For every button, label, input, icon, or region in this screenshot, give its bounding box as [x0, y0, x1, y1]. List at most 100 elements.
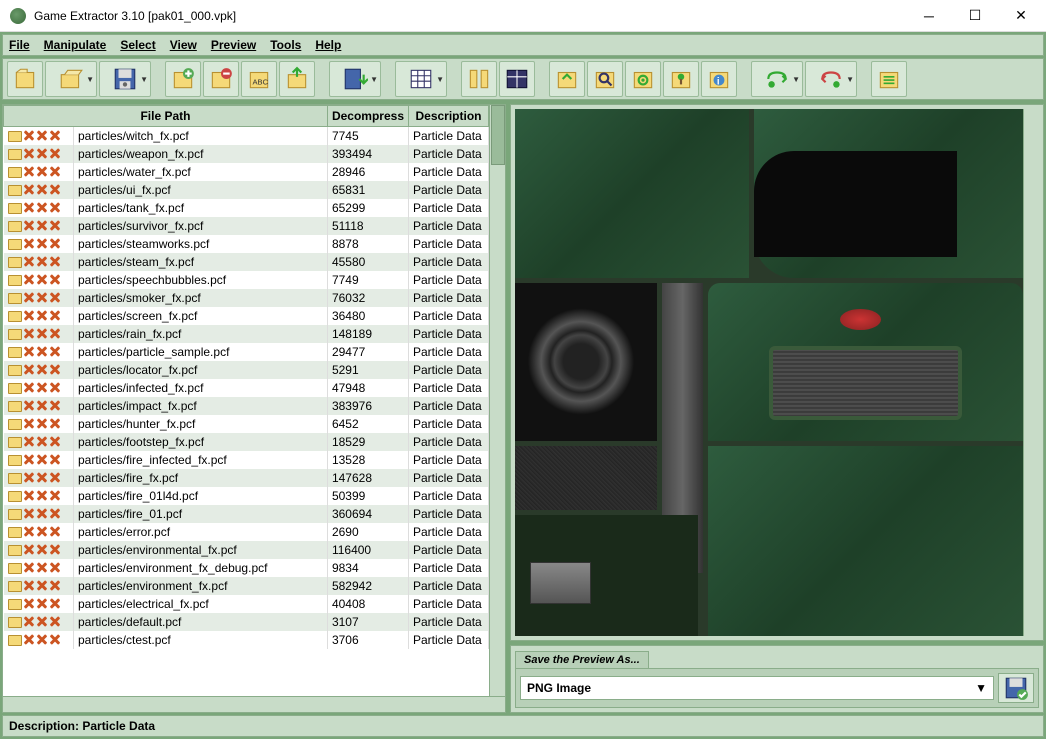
table-row[interactable]: particles/ui_fx.pcf 65831 Particle Data: [4, 181, 489, 199]
table-row[interactable]: particles/steam_fx.pcf 45580 Particle Da…: [4, 253, 489, 271]
tb-column-group[interactable]: [461, 61, 497, 97]
cell-path: particles/speechbubbles.pcf: [74, 271, 328, 289]
cell-path: particles/screen_fx.pcf: [74, 307, 328, 325]
close-button[interactable]: ✕: [998, 1, 1044, 31]
x-icon: [36, 184, 48, 196]
tb-extract-file[interactable]: [279, 61, 315, 97]
menu-tools[interactable]: Tools: [270, 38, 301, 52]
tb-tool-search[interactable]: [587, 61, 623, 97]
cell-path: particles/steam_fx.pcf: [74, 253, 328, 271]
table-row[interactable]: particles/footstep_fx.pcf 18529 Particle…: [4, 433, 489, 451]
tb-new-archive[interactable]: [7, 61, 43, 97]
table-row[interactable]: particles/environment_fx_debug.pcf 9834 …: [4, 559, 489, 577]
vertical-scrollbar[interactable]: [489, 105, 505, 696]
x-icon: [49, 238, 61, 250]
folder-icon: [8, 149, 22, 160]
menu-file[interactable]: File: [9, 38, 30, 52]
table-row[interactable]: particles/infected_fx.pcf 47948 Particle…: [4, 379, 489, 397]
table-row[interactable]: particles/smoker_fx.pcf 76032 Particle D…: [4, 289, 489, 307]
table-row[interactable]: particles/water_fx.pcf 28946 Particle Da…: [4, 163, 489, 181]
table-row[interactable]: particles/hunter_fx.pcf 6452 Particle Da…: [4, 415, 489, 433]
format-select[interactable]: PNG Image ▼: [520, 676, 994, 700]
menu-manipulate[interactable]: Manipulate: [44, 38, 107, 52]
tb-save-archive[interactable]: ▼: [99, 61, 151, 97]
menu-help[interactable]: Help: [315, 38, 341, 52]
x-icon: [36, 562, 48, 574]
x-icon: [23, 148, 35, 160]
x-icon: [49, 328, 61, 340]
x-icon: [36, 238, 48, 250]
cell-path: particles/steamworks.pcf: [74, 235, 328, 253]
tb-tool-gear[interactable]: [625, 61, 661, 97]
x-icon: [49, 436, 61, 448]
table-row[interactable]: particles/survivor_fx.pcf 51118 Particle…: [4, 217, 489, 235]
statusbar: Description: Particle Data: [2, 715, 1044, 737]
x-icon: [36, 490, 48, 502]
menu-select[interactable]: Select: [120, 38, 155, 52]
tb-tool-info[interactable]: i: [701, 61, 737, 97]
table-row[interactable]: particles/electrical_fx.pcf 40408 Partic…: [4, 595, 489, 613]
cell-path: particles/fire_01.pcf: [74, 505, 328, 523]
cell-desc: Particle Data: [409, 451, 489, 469]
preview-scrollbar[interactable]: [1023, 109, 1039, 636]
tb-open-archive[interactable]: ▼: [45, 61, 97, 97]
x-icon: [49, 490, 61, 502]
table-row[interactable]: particles/environment_fx.pcf 582942 Part…: [4, 577, 489, 595]
table-row[interactable]: particles/weapon_fx.pcf 393494 Particle …: [4, 145, 489, 163]
tb-tool-a[interactable]: [549, 61, 585, 97]
tb-table-view[interactable]: ▼: [395, 61, 447, 97]
x-icon: [23, 508, 35, 520]
save-preview-button[interactable]: [998, 673, 1034, 703]
cell-path: particles/fire_fx.pcf: [74, 469, 328, 487]
cell-decompress: 8878: [327, 235, 408, 253]
table-row[interactable]: particles/environmental_fx.pcf 116400 Pa…: [4, 541, 489, 559]
table-row[interactable]: particles/impact_fx.pcf 383976 Particle …: [4, 397, 489, 415]
table-row[interactable]: particles/error.pcf 2690 Particle Data: [4, 523, 489, 541]
tb-column-table[interactable]: [499, 61, 535, 97]
table-row[interactable]: particles/fire_fx.pcf 147628 Particle Da…: [4, 469, 489, 487]
cell-decompress: 393494: [327, 145, 408, 163]
tb-add-file[interactable]: [165, 61, 201, 97]
table-row[interactable]: particles/rain_fx.pcf 148189 Particle Da…: [4, 325, 489, 343]
minimize-button[interactable]: ─: [906, 1, 952, 31]
table-row[interactable]: particles/speechbubbles.pcf 7749 Particl…: [4, 271, 489, 289]
x-icon: [23, 454, 35, 466]
tb-remove-file[interactable]: [203, 61, 239, 97]
maximize-button[interactable]: ☐: [952, 1, 998, 31]
x-icon: [49, 256, 61, 268]
table-row[interactable]: particles/ctest.pcf 3706 Particle Data: [4, 631, 489, 649]
menu-view[interactable]: View: [170, 38, 197, 52]
table-row[interactable]: particles/tank_fx.pcf 65299 Particle Dat…: [4, 199, 489, 217]
cell-desc: Particle Data: [409, 271, 489, 289]
x-icon: [36, 166, 48, 178]
x-icon: [36, 616, 48, 628]
tb-link-b[interactable]: ▼: [805, 61, 857, 97]
table-row[interactable]: particles/particle_sample.pcf 29477 Part…: [4, 343, 489, 361]
table-row[interactable]: particles/witch_fx.pcf 7745 Particle Dat…: [4, 127, 489, 146]
horizontal-scrollbar[interactable]: [3, 696, 505, 712]
x-icon: [49, 220, 61, 232]
tb-tool-tree[interactable]: [663, 61, 699, 97]
table-row[interactable]: particles/locator_fx.pcf 5291 Particle D…: [4, 361, 489, 379]
table-row[interactable]: particles/fire_01.pcf 360694 Particle Da…: [4, 505, 489, 523]
x-icon: [49, 418, 61, 430]
table-row[interactable]: particles/fire_infected_fx.pcf 13528 Par…: [4, 451, 489, 469]
col-filepath[interactable]: File Path: [4, 106, 328, 127]
tb-options[interactable]: [871, 61, 907, 97]
menu-preview[interactable]: Preview: [211, 38, 256, 52]
table-row[interactable]: particles/default.pcf 3107 Particle Data: [4, 613, 489, 631]
folder-icon: [8, 131, 22, 142]
cell-path: particles/hunter_fx.pcf: [74, 415, 328, 433]
tb-link-a[interactable]: ▼: [751, 61, 803, 97]
tb-rename-file[interactable]: ABC: [241, 61, 277, 97]
table-row[interactable]: particles/screen_fx.pcf 36480 Particle D…: [4, 307, 489, 325]
table-row[interactable]: particles/fire_01l4d.pcf 50399 Particle …: [4, 487, 489, 505]
col-decompress[interactable]: Decompress: [327, 106, 408, 127]
file-table[interactable]: File Path Decompress Description particl…: [3, 105, 489, 649]
folder-icon: [8, 563, 22, 574]
folder-icon: [8, 509, 22, 520]
tb-import-file[interactable]: ▼: [329, 61, 381, 97]
table-row[interactable]: particles/steamworks.pcf 8878 Particle D…: [4, 235, 489, 253]
col-description[interactable]: Description: [409, 106, 489, 127]
folder-icon: [8, 239, 22, 250]
